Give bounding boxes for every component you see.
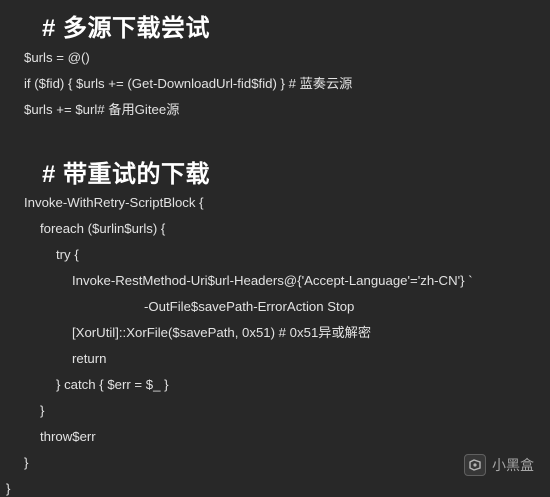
code-line: Invoke-RestMethod-Uri$url-Headers@{'Acce… [72, 273, 473, 288]
code-line: throw$err [40, 429, 96, 444]
section-heading-multi-source: # 多源下载尝试 [42, 15, 211, 42]
code-line: foreach ($urlin$urls) { [40, 221, 166, 236]
code-line: Invoke-WithRetry-ScriptBlock { [24, 195, 204, 210]
section-heading-retry-download: # 带重试的下载 [42, 161, 211, 188]
code-line: $urls = @() [24, 50, 90, 65]
watermark: 小黑盒 [464, 454, 534, 476]
code-line: } [24, 455, 29, 470]
code-line: } catch { $err = $_ } [56, 377, 169, 392]
code-line: [XorUtil]::XorFile($savePath, 0x51) # 0x… [72, 325, 372, 340]
code-line: try { [56, 247, 79, 262]
code-line: $urls += $url# 备用Gitee源 [24, 102, 180, 117]
xiaoheihe-logo-icon [464, 454, 486, 476]
code-line: } [40, 403, 45, 418]
code-line: -OutFile$savePath-ErrorAction Stop [144, 299, 355, 314]
code-line: if ($fid) { $urls += (Get-DownloadUrl-fi… [24, 76, 353, 91]
code-line: } [6, 481, 11, 496]
code-line: return [72, 351, 107, 366]
watermark-text: 小黑盒 [492, 457, 534, 473]
